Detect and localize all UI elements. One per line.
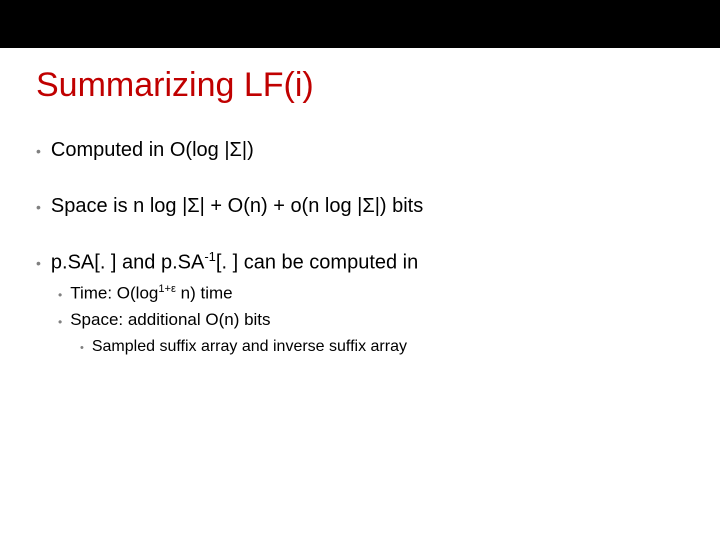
bullet-text: p.SA[. ] and p.SA-1[. ] can be computed … (51, 249, 418, 276)
bullet-level3: • Sampled suffix array and inverse suffi… (80, 336, 684, 358)
topbar (0, 0, 720, 48)
bullet-text: Space is n log |Σ| + O(n) + o(n log |Σ|)… (51, 193, 423, 219)
bullet-text: Space: additional O(n) bits (70, 309, 270, 332)
bullet-level2: • Space: additional O(n) bits (58, 309, 684, 332)
bullet-text: Computed in O(log |Σ|) (51, 137, 254, 163)
bullet-dot-icon: • (36, 198, 41, 216)
bullet-dot-icon: • (36, 142, 41, 160)
bullet-level1: • Space is n log |Σ| + O(n) + o(n log |Σ… (36, 193, 684, 219)
bullet-text: Sampled suffix array and inverse suffix … (92, 336, 407, 358)
bullet-level1: • Computed in O(log |Σ|) (36, 137, 684, 163)
bullet-dot-icon: • (36, 254, 41, 272)
slide-body: Summarizing LF(i) • Computed in O(log |Σ… (0, 48, 720, 358)
superscript: -1 (204, 249, 216, 264)
bullet-level1: • p.SA[. ] and p.SA-1[. ] can be compute… (36, 249, 684, 276)
bullet-text: Time: O(log1+ε n) time (70, 282, 232, 306)
bullet-dot-icon: • (58, 287, 62, 303)
bullet-dot-icon: • (80, 341, 84, 356)
slide-title: Summarizing LF(i) (36, 66, 684, 105)
bullet-dot-icon: • (58, 314, 62, 330)
superscript: 1+ε (158, 283, 176, 295)
bullet-level2: • Time: O(log1+ε n) time (58, 282, 684, 306)
